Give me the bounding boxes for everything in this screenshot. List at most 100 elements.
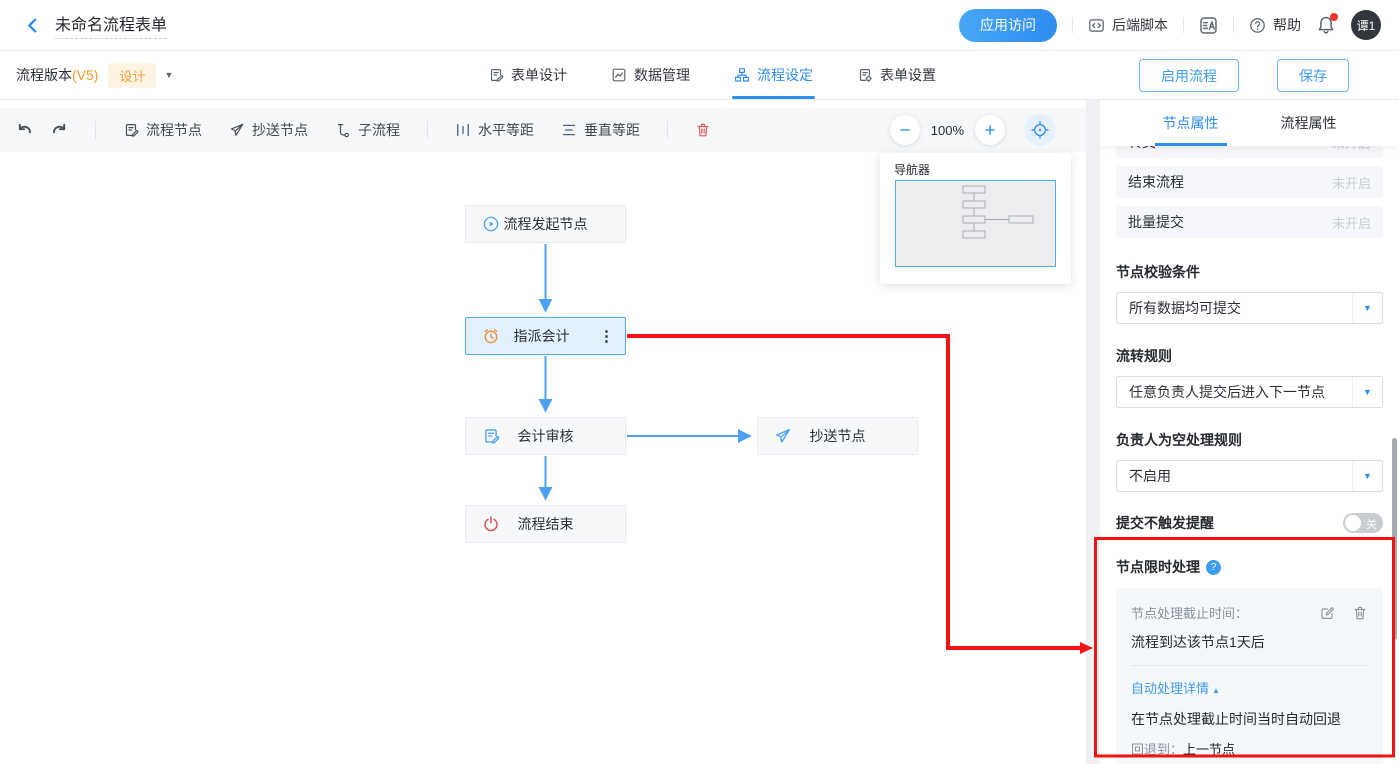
add-flow-node-button[interactable]: 流程节点 bbox=[123, 120, 202, 140]
field-label-validation: 节点校验条件 bbox=[1116, 262, 1383, 282]
edit-icon[interactable] bbox=[1319, 605, 1335, 621]
version-tag: (V5) bbox=[72, 67, 98, 83]
enable-flow-button[interactable]: 启用流程 bbox=[1139, 59, 1239, 92]
divider bbox=[667, 121, 668, 139]
status-badge: 未开启 bbox=[1332, 213, 1371, 232]
zoom-level: 100% bbox=[931, 123, 964, 138]
node-label: 流程发起节点 bbox=[466, 214, 625, 234]
paper-plane-icon bbox=[229, 122, 245, 138]
subflow-icon bbox=[335, 122, 351, 138]
auto-handle-details-link[interactable]: 自动处理详情▲ bbox=[1131, 678, 1368, 697]
timeout-section-title: 节点限时处理 ? bbox=[1116, 557, 1383, 577]
trash-icon[interactable] bbox=[1352, 605, 1368, 621]
node-menu-icon[interactable]: ⋮ bbox=[599, 327, 614, 345]
node-start[interactable]: 流程发起节点 bbox=[465, 205, 626, 243]
flow-canvas[interactable]: 流程节点 抄送节点 子流程 水平等距 垂直等距 bbox=[0, 100, 1086, 764]
main-tabs: 表单设计 数据管理 流程设定 表单设置 bbox=[488, 51, 936, 99]
divider bbox=[1233, 17, 1234, 33]
tab-form-design[interactable]: 表单设计 bbox=[488, 51, 567, 99]
notification-dot bbox=[1330, 13, 1338, 21]
app-access-button[interactable]: 应用访问 bbox=[959, 9, 1057, 42]
zoom-in-button[interactable] bbox=[975, 115, 1005, 145]
divider bbox=[427, 121, 428, 139]
panel-tabs: 节点属性 流程属性 bbox=[1100, 100, 1399, 146]
tab-form-settings[interactable]: 表单设置 bbox=[857, 51, 936, 99]
deadline-value: 流程到达该节点1天后 bbox=[1131, 632, 1368, 652]
language-icon[interactable] bbox=[1199, 16, 1218, 35]
horizontal-equal-button[interactable]: 水平等距 bbox=[455, 120, 534, 140]
form-settings-icon bbox=[857, 67, 873, 83]
tab-data-manage[interactable]: 数据管理 bbox=[611, 51, 690, 99]
field-label-empty-owner-rule: 负责人为空处理规则 bbox=[1116, 430, 1383, 450]
tab-flow-setting[interactable]: 流程设定 bbox=[734, 51, 813, 99]
flow-setting-icon bbox=[734, 67, 750, 83]
data-manage-icon bbox=[611, 67, 627, 83]
node-label: 抄送节点 bbox=[758, 426, 917, 446]
code-icon bbox=[1088, 17, 1105, 34]
timeout-card: 节点处理截止时间： 流程到达该节点1天后 自动处理详情▲ 在节点处理截止时间当时… bbox=[1116, 588, 1383, 764]
zoom-out-button[interactable] bbox=[890, 115, 920, 145]
node-label: 会计审核 bbox=[466, 426, 625, 446]
divider bbox=[1072, 17, 1073, 33]
tab-flow-properties[interactable]: 流程属性 bbox=[1278, 100, 1340, 146]
toggle-state: 关 bbox=[1366, 516, 1377, 532]
node-end[interactable]: 流程结束 bbox=[465, 505, 626, 543]
rollback-row: 回退到：上一节点 bbox=[1131, 739, 1368, 758]
transition-rule-select[interactable]: 任意负责人提交后进入下一节点 ▼ bbox=[1116, 376, 1383, 408]
back-icon[interactable] bbox=[24, 17, 41, 34]
add-cc-node-button[interactable]: 抄送节点 bbox=[229, 120, 308, 140]
help-button[interactable]: 帮助 bbox=[1249, 15, 1301, 35]
deadline-label: 节点处理截止时间： bbox=[1131, 603, 1248, 622]
node-label: 流程结束 bbox=[466, 514, 625, 534]
question-circle-icon[interactable]: ? bbox=[1206, 560, 1221, 575]
app-header: 未命名流程表单 应用访问 后端脚本 帮助 谭1 bbox=[0, 0, 1399, 51]
notifications-button[interactable] bbox=[1316, 15, 1336, 35]
status-badge: 未开启 bbox=[1332, 173, 1371, 192]
page-title: 未命名流程表单 bbox=[55, 11, 167, 39]
node-assign-accountant[interactable]: 指派会计 ⋮ bbox=[465, 317, 626, 355]
tab-node-properties[interactable]: 节点属性 bbox=[1160, 100, 1222, 146]
auto-handle-text: 在节点处理截止时间当时自动回退 bbox=[1131, 709, 1368, 729]
node-accountant-review[interactable]: 会计审核 bbox=[465, 417, 626, 455]
panel-scrollbar[interactable] bbox=[1392, 438, 1397, 640]
redo-button[interactable] bbox=[50, 121, 68, 139]
vertical-equal-button[interactable]: 垂直等距 bbox=[561, 120, 640, 140]
version-bar: 流程版本 (V5) 设计 ▼ 表单设计 数据管理 流程设定 表 bbox=[0, 51, 1399, 100]
save-button[interactable]: 保存 bbox=[1277, 59, 1349, 92]
reminder-toggle[interactable]: 关 bbox=[1343, 513, 1383, 533]
divider bbox=[1131, 665, 1368, 666]
rollback-value: 上一节点 bbox=[1183, 742, 1235, 757]
panel-content: 转交 未开启 结束流程 未开启 批量提交 未开启 节点校验条件 所有数据均可提交… bbox=[1100, 100, 1399, 764]
h-spacing-icon bbox=[455, 122, 471, 138]
fit-view-button[interactable] bbox=[1024, 114, 1056, 146]
validation-select[interactable]: 所有数据均可提交 ▼ bbox=[1116, 292, 1383, 324]
row-end-flow[interactable]: 结束流程 未开启 bbox=[1116, 166, 1383, 198]
node-cc[interactable]: 抄送节点 bbox=[757, 417, 918, 455]
form-design-icon bbox=[488, 67, 504, 83]
row-batch-submit[interactable]: 批量提交 未开启 bbox=[1116, 206, 1383, 238]
backend-script-button[interactable]: 后端脚本 bbox=[1088, 15, 1168, 35]
flow-version: 流程版本 (V5) 设计 ▼ bbox=[16, 51, 173, 99]
properties-panel: 节点属性 流程属性 转交 未开启 结束流程 未开启 批量提交 未开启 节点校验条… bbox=[1100, 100, 1399, 764]
rollback-label: 回退到： bbox=[1131, 742, 1183, 757]
divider bbox=[95, 121, 96, 139]
zoom-controls: 100% bbox=[890, 114, 1056, 146]
reminder-label: 提交不触发提醒 bbox=[1116, 513, 1214, 533]
v-spacing-icon bbox=[561, 122, 577, 138]
undo-button[interactable] bbox=[16, 121, 34, 139]
caret-up-icon: ▲ bbox=[1212, 686, 1220, 695]
caret-down-icon: ▼ bbox=[1352, 377, 1382, 407]
delete-button[interactable] bbox=[695, 122, 711, 138]
toggle-knob bbox=[1345, 515, 1361, 531]
add-subflow-button[interactable]: 子流程 bbox=[335, 120, 400, 140]
navigator-viewport[interactable] bbox=[895, 180, 1056, 267]
flow-node-icon bbox=[123, 122, 139, 138]
empty-owner-rule-select[interactable]: 不启用 ▼ bbox=[1116, 460, 1383, 492]
version-caret-icon[interactable]: ▼ bbox=[164, 70, 173, 80]
caret-down-icon: ▼ bbox=[1352, 461, 1382, 491]
canvas-toolbar: 流程节点 抄送节点 子流程 水平等距 垂直等距 bbox=[0, 108, 1086, 152]
avatar[interactable]: 谭1 bbox=[1351, 10, 1381, 40]
navigator-title: 导航器 bbox=[894, 161, 930, 178]
help-icon bbox=[1249, 17, 1266, 34]
divider bbox=[1183, 17, 1184, 33]
